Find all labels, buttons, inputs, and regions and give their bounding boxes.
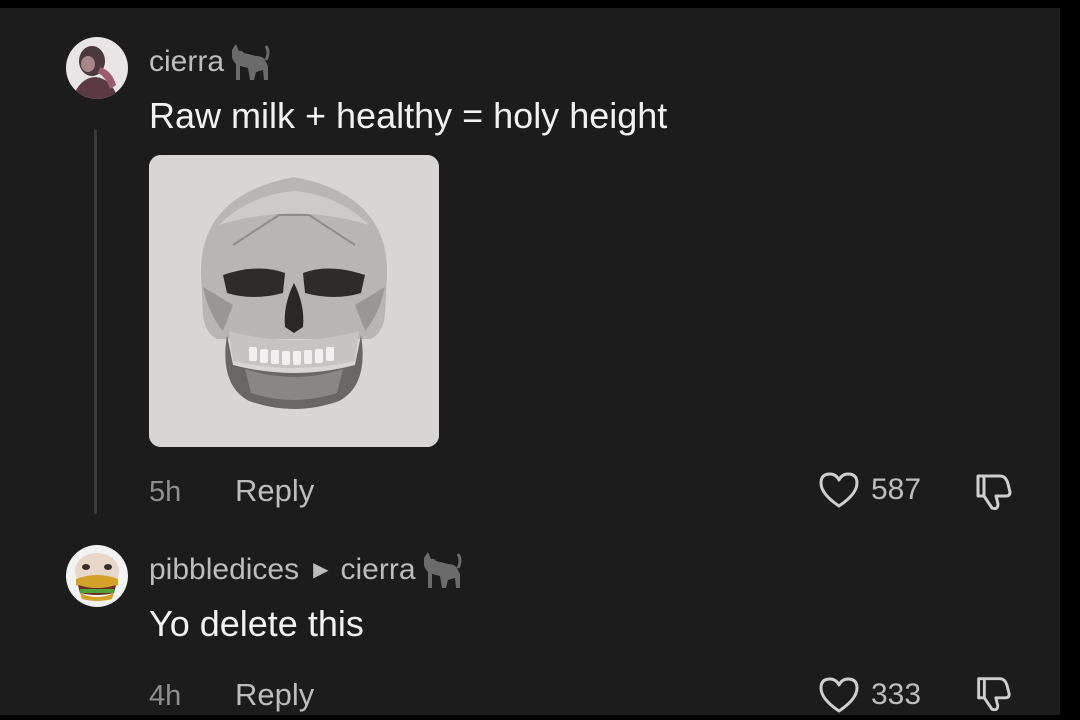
reply-button[interactable]: Reply [235,678,314,712]
comment-timestamp: 5h [149,476,182,508]
comment-username[interactable]: cierra [149,42,272,82]
dislike-button[interactable] [970,470,1014,514]
skull-image [149,155,439,447]
like-button[interactable]: 587 [817,470,921,510]
comment-timestamp: 4h [149,680,182,712]
dislike-button[interactable] [970,673,1014,717]
thumbs-down-icon [977,677,1011,712]
avatar-cierra[interactable] [66,37,128,99]
reply-button[interactable]: Reply [235,474,314,508]
thumbs-down-icon [976,474,1012,510]
like-button[interactable]: 333 [817,675,921,715]
username-text[interactable]: cierra [149,45,224,79]
heart-outline-icon [819,472,859,508]
comment-text: Raw milk + healthy = holy height [149,95,668,136]
cat-icon [226,42,272,82]
like-count: 333 [871,678,922,711]
cat-icon [418,550,464,590]
username-text[interactable]: pibbledices [149,553,299,587]
comment-text: Yo delete this [149,603,364,644]
reply-arrow-icon: ▶ [313,559,329,581]
avatar-pibbledices[interactable] [66,545,128,607]
reply-to-username[interactable]: cierra [341,553,416,587]
like-count: 587 [871,473,922,506]
comment-username[interactable]: pibbledices ▶ cierra [149,550,464,590]
thread-line [94,130,97,514]
comment-image-attachment[interactable] [149,155,439,447]
screen-edge [1060,0,1080,715]
heart-outline-icon [819,677,859,713]
